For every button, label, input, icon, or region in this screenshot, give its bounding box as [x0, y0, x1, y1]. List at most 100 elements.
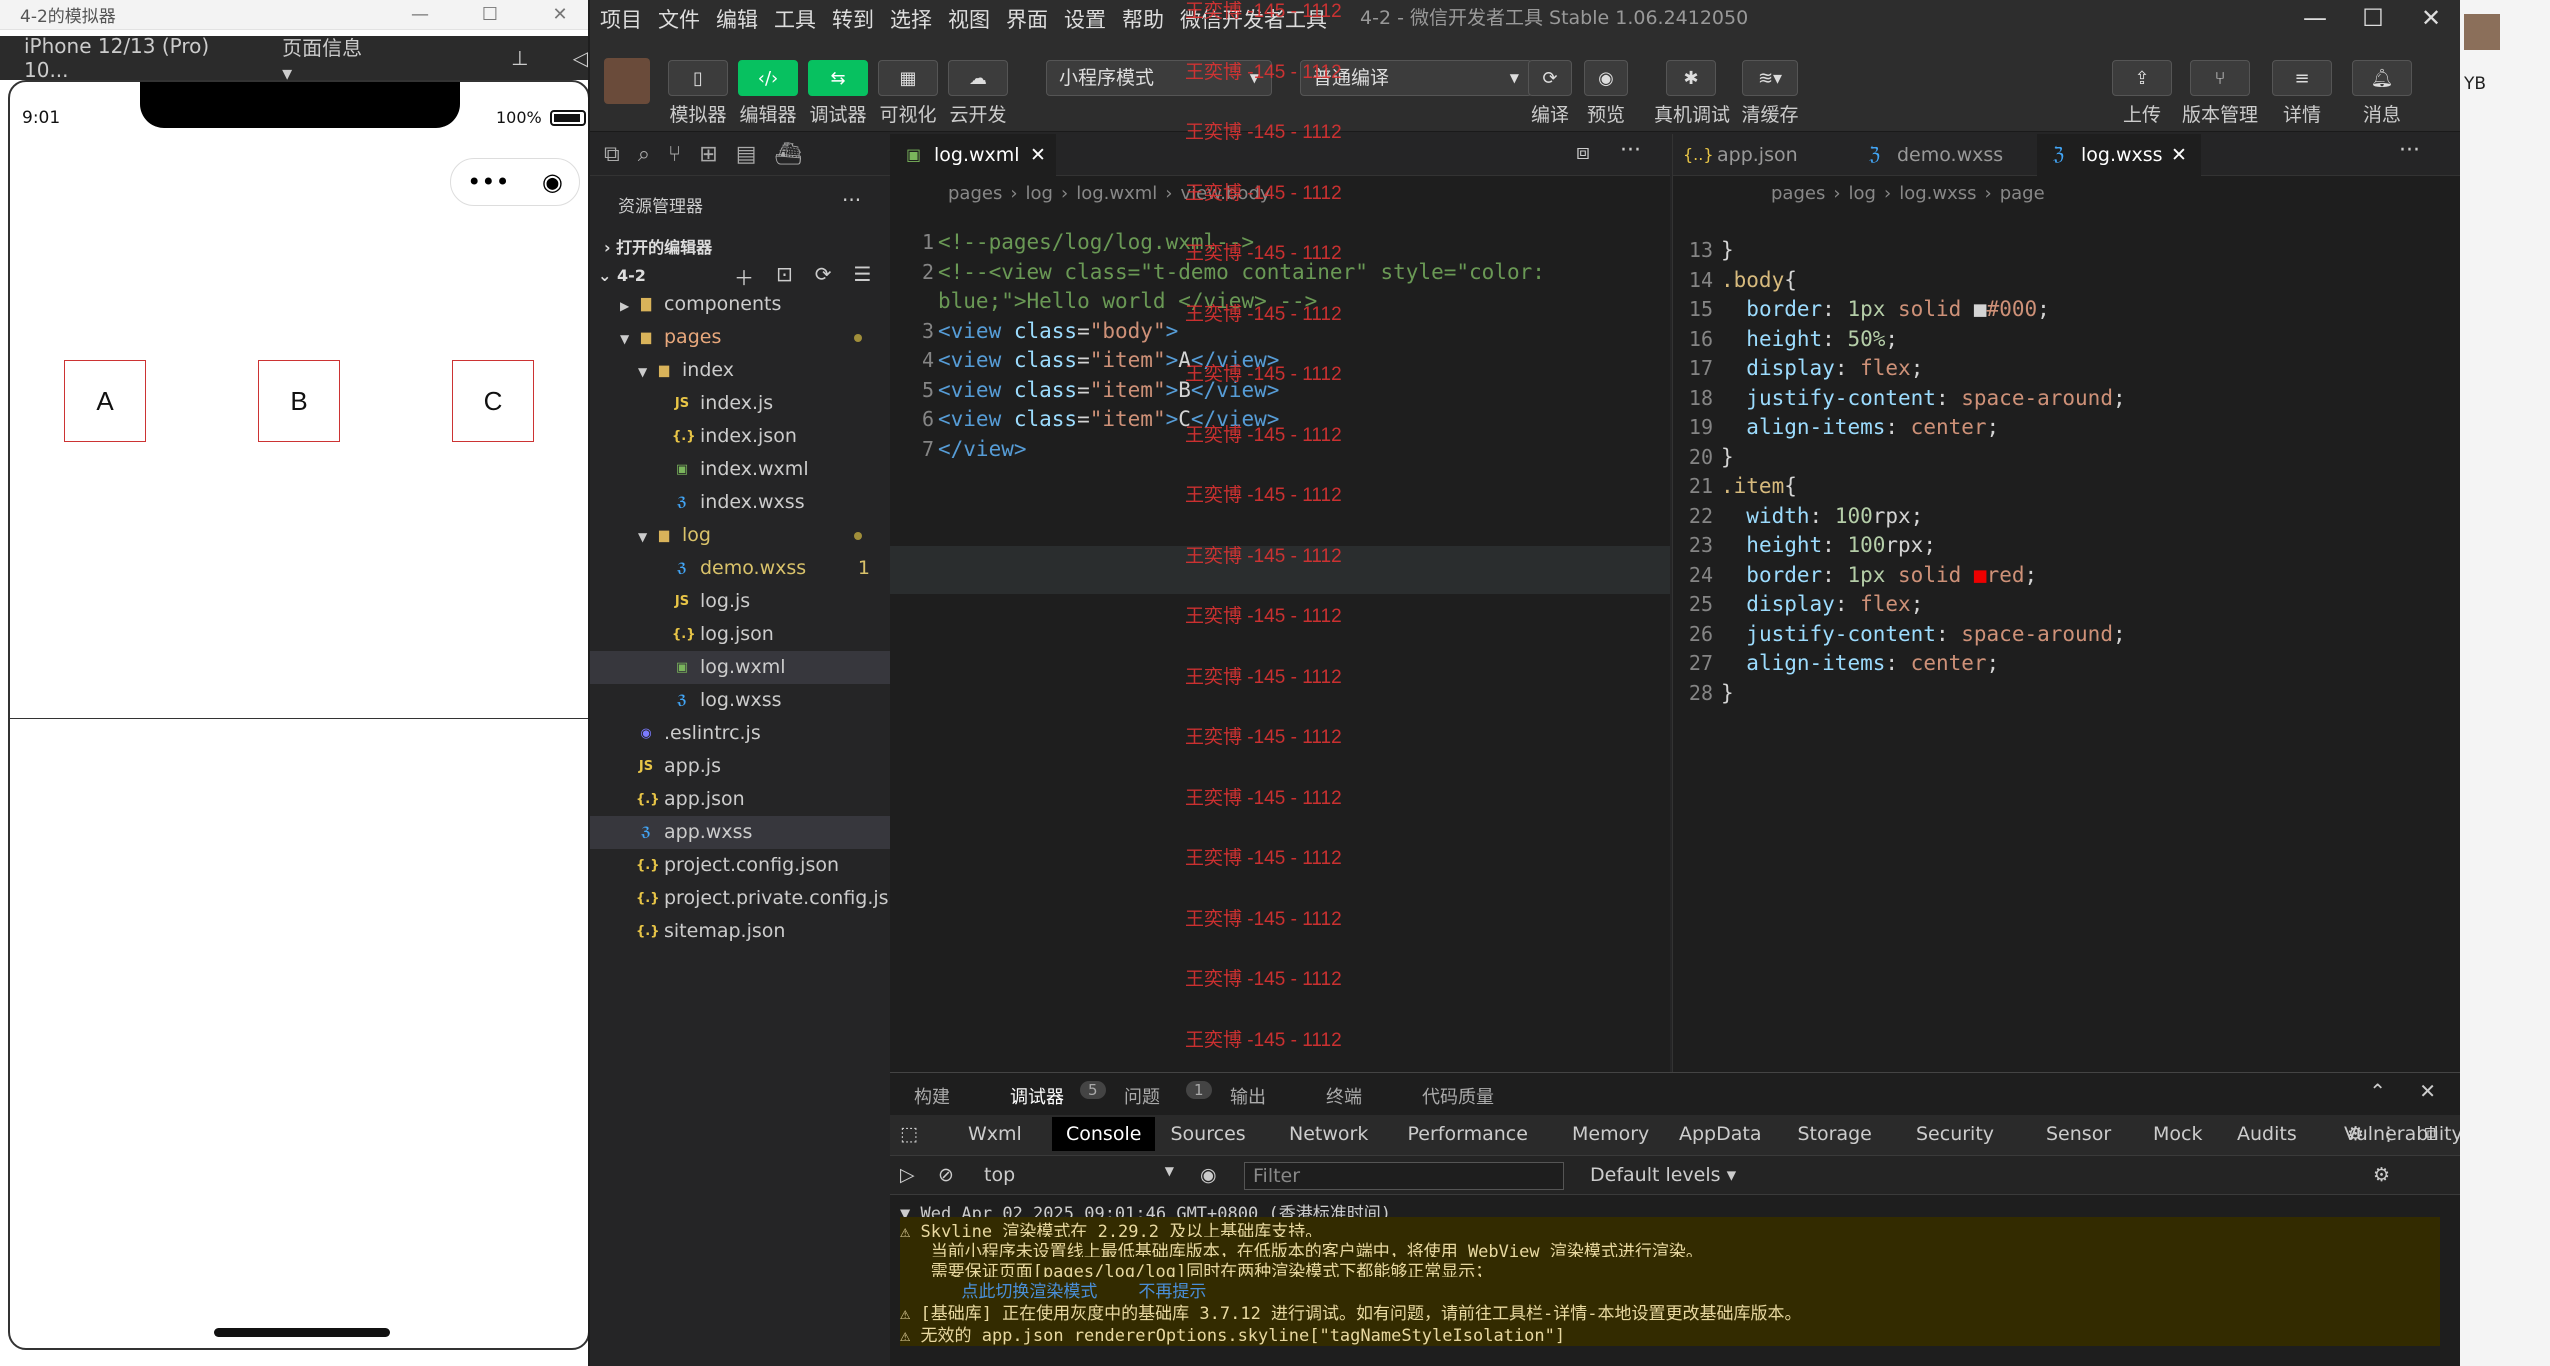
tree-item-index-js[interactable]: JS index.js	[590, 387, 890, 420]
clear-console-icon[interactable]: ⊘	[938, 1164, 954, 1186]
project-section[interactable]: ⌄ 4-2	[598, 266, 646, 285]
more-icon[interactable]: •••	[467, 168, 509, 196]
search-icon[interactable]: ⌕	[638, 142, 650, 167]
message-button[interactable]: 🔔︎	[2352, 60, 2412, 96]
sound-icon[interactable]: ◁	[573, 46, 588, 70]
more-icon[interactable]: ···	[2399, 138, 2420, 163]
tree-item--eslintrc-js[interactable]: ◉ .eslintrc.js	[590, 717, 890, 750]
tree-item-pages[interactable]: ▼ ▆ pages	[590, 321, 890, 354]
menu-item[interactable]: 编辑	[716, 4, 758, 34]
breadcrumb-item[interactable]: log	[1026, 183, 1053, 204]
settings-icon[interactable]: ⚙	[2373, 1164, 2390, 1186]
undock-icon[interactable]: ⧉	[2424, 1123, 2438, 1145]
tab-app-json[interactable]: {..} app.json	[1673, 134, 1853, 176]
maximize-icon[interactable]: ☐	[2344, 0, 2402, 36]
breadcrumb-item[interactable]: log.wxml	[1076, 183, 1157, 204]
preview-button[interactable]: ◉	[1584, 60, 1628, 96]
tree-item-sitemap-json[interactable]: {.} sitemap.json	[590, 915, 890, 948]
context-select[interactable]: top ▼	[984, 1164, 1174, 1186]
split-editor-icon[interactable]: ⧈	[1576, 140, 1590, 165]
tree-item-app-js[interactable]: JS app.js	[590, 750, 890, 783]
new-file-icon[interactable]: ＋	[734, 262, 754, 291]
tree-item-demo-wxss[interactable]: ℨdemo.wxss 1	[590, 552, 890, 585]
menu-item[interactable]: 界面	[1006, 4, 1048, 34]
avatar[interactable]	[604, 58, 650, 104]
new-folder-icon[interactable]: ⊡	[776, 262, 793, 291]
debugger-toggle[interactable]: ⇆	[808, 60, 868, 96]
panel-tab[interactable]: 构建	[914, 1083, 950, 1109]
panel-tab[interactable]: 终端	[1326, 1083, 1362, 1109]
breadcrumb-item[interactable]: log	[1849, 183, 1876, 204]
devtools-tab[interactable]: Network	[1289, 1123, 1368, 1145]
extensions-icon[interactable]: ⊞	[699, 142, 717, 167]
devtools-tab[interactable]: Mock	[2153, 1123, 2202, 1145]
menu-item[interactable]: 视图	[948, 4, 990, 34]
tree-item-index-json[interactable]: {.} index.json	[590, 420, 890, 453]
version-button[interactable]: ⑂	[2190, 60, 2250, 96]
sidebar-icon[interactable]: ▷	[900, 1164, 915, 1186]
tree-item-index-wxss[interactable]: ℨindex.wxss	[590, 486, 890, 519]
tab-demo-wxss[interactable]: ℨdemo.wxss	[1853, 134, 2037, 176]
minimize-icon[interactable]: —	[390, 0, 450, 30]
cloud-button[interactable]: ☁	[948, 60, 1008, 96]
editor-toggle[interactable]: ‹/›	[738, 60, 798, 96]
collapse-icon[interactable]: ☰	[854, 262, 872, 291]
simulator-toggle[interactable]: ▯	[668, 60, 728, 96]
devtools-tab[interactable]: Memory	[1572, 1123, 1649, 1145]
tab-log-wxss[interactable]: ℨlog.wxss ✕	[2037, 134, 2201, 176]
close-icon[interactable]: ✕	[2402, 0, 2460, 36]
record-icon[interactable]: ◉	[542, 168, 563, 196]
breadcrumb-item[interactable]: log.wxss	[1899, 183, 1976, 204]
tab-log-wxml[interactable]: ▣ log.wxml ✕	[890, 134, 1056, 176]
tree-item-log-wxss[interactable]: ℨlog.wxss	[590, 684, 890, 717]
devtools-tab[interactable]: Sensor	[2046, 1123, 2111, 1145]
tree-item-log-wxml[interactable]: ▣ log.wxml	[590, 651, 890, 684]
more-icon[interactable]: ···	[1620, 138, 1641, 163]
breadcrumb-item[interactable]: page	[2000, 183, 2045, 204]
devtools-tab[interactable]: Performance	[1408, 1123, 1528, 1145]
close-panel-icon[interactable]: ✕	[2419, 1079, 2436, 1103]
maximize-icon[interactable]: ☐	[460, 0, 520, 30]
compile-button[interactable]: ⟳	[1528, 60, 1572, 96]
devtools-tab[interactable]: Security	[1916, 1123, 1994, 1145]
menu-item[interactable]: 帮助	[1122, 4, 1164, 34]
devtools-tab[interactable]: Console	[1052, 1117, 1156, 1151]
panel-tab[interactable]: 调试器	[1010, 1083, 1064, 1117]
tree-item-app-json[interactable]: {.} app.json	[590, 783, 890, 816]
tree-item-log-js[interactable]: JS log.js	[590, 585, 890, 618]
tree-item-index[interactable]: ▼ ▆ index	[590, 354, 890, 387]
docker-icon[interactable]: ⛴	[774, 142, 802, 167]
settings-icon[interactable]: ⚙	[2347, 1123, 2364, 1145]
more-icon[interactable]: ⋮	[2379, 1123, 2398, 1145]
upload-button[interactable]: ⇪	[2112, 60, 2172, 96]
files-icon[interactable]: ⧉	[604, 142, 620, 167]
tree-item-components[interactable]: ▶ ▇ components	[590, 288, 890, 321]
collapse-panel-icon[interactable]: ⌃	[2369, 1079, 2386, 1103]
tree-item-index-wxml[interactable]: ▣ index.wxml	[590, 453, 890, 486]
more-icon[interactable]: ···	[842, 188, 861, 212]
filter-input[interactable]: Filter	[1244, 1162, 1564, 1190]
visual-toggle[interactable]: ▦	[878, 60, 938, 96]
menu-item[interactable]: 设置	[1064, 4, 1106, 34]
miniprogram-capsule[interactable]: ••• ◉	[450, 158, 580, 206]
pin-icon[interactable]: ⊥	[511, 46, 528, 70]
detail-button[interactable]: ≡	[2272, 60, 2332, 96]
breadcrumb-item[interactable]: pages	[948, 183, 1002, 204]
page-info-button[interactable]: 页面信息 ▾	[282, 32, 371, 85]
menu-item[interactable]: 项目	[600, 4, 642, 34]
devtools-tab[interactable]: Wxml	[968, 1123, 1022, 1145]
breadcrumb-item[interactable]: pages	[1771, 183, 1825, 204]
storage-icon[interactable]: ▤	[736, 142, 757, 167]
tree-item-project-config-json[interactable]: {.} project.config.json	[590, 849, 890, 882]
panel-tab[interactable]: 输出	[1230, 1083, 1266, 1109]
git-icon[interactable]: ⑂	[668, 142, 681, 167]
tree-item-log[interactable]: ▼ ▆ log	[590, 519, 890, 552]
device-select[interactable]: iPhone 12/13 (Pro) 10...	[24, 34, 242, 82]
tree-item-app-wxss[interactable]: ℨapp.wxss	[590, 816, 890, 849]
menu-item[interactable]: 工具	[774, 4, 816, 34]
devtools-tab[interactable]: AppData	[1679, 1123, 1762, 1145]
panel-tab[interactable]: 问题	[1124, 1083, 1160, 1109]
clear-cache-button[interactable]: ≋▾	[1742, 60, 1798, 96]
real-debug-button[interactable]: ✱	[1666, 60, 1716, 96]
devtools-tab[interactable]: Audits	[2237, 1123, 2297, 1145]
